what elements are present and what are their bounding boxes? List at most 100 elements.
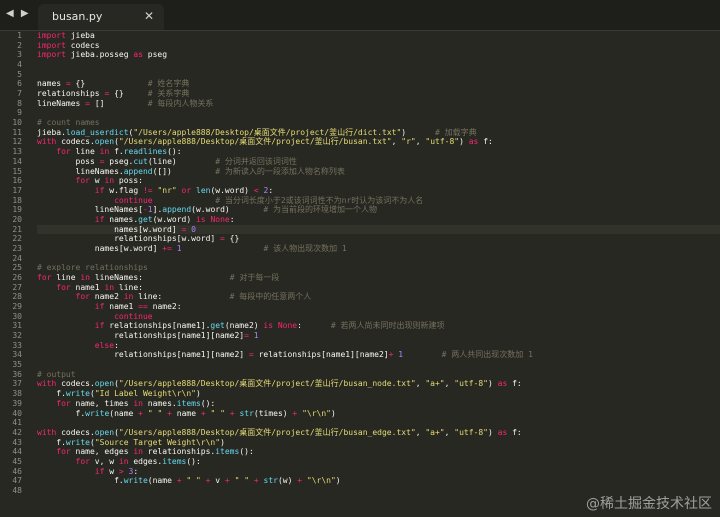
line-number: 12 bbox=[12, 137, 22, 147]
line-number: 48 bbox=[12, 485, 22, 495]
code-line[interactable]: names[w.word] += 1 # 该人物出现次数加 1 bbox=[37, 244, 720, 254]
code-line[interactable]: for name2 in line: # 每段中的任意两个人 bbox=[37, 292, 720, 302]
code-area[interactable]: import jieba import codecs import jieba.po… bbox=[37, 31, 720, 517]
close-icon[interactable]: ✕ bbox=[144, 9, 154, 23]
line-number-gutter: 1 2 3 4 5 6 7 8 9 10 11 12 13 14 15 16 17 18 19 20 21 22 23 24 2… bbox=[0, 31, 32, 517]
code-line[interactable] bbox=[37, 108, 720, 118]
line-number: 4 bbox=[17, 60, 22, 70]
line-number: 25 bbox=[12, 263, 22, 273]
line-number: 2 bbox=[17, 40, 22, 50]
tab-busan-py[interactable]: busan.py ✕ bbox=[38, 4, 164, 30]
code-line[interactable]: f.write(name + " " + name + " " + str(ti… bbox=[37, 409, 720, 419]
line-number: 29 bbox=[12, 302, 22, 312]
code-line[interactable]: f.write(name + " " + v + " " + str(w) + … bbox=[37, 476, 720, 486]
code-line[interactable]: for w in poss: bbox=[37, 176, 720, 186]
code-line[interactable] bbox=[37, 360, 720, 370]
line-number: 33 bbox=[12, 340, 22, 350]
line-number: 10 bbox=[12, 118, 22, 128]
line-number: 39 bbox=[12, 398, 22, 408]
code-line[interactable]: with codecs.open("/Users/apple888/Deskto… bbox=[37, 379, 720, 389]
code-line[interactable]: # explore relationships bbox=[37, 263, 720, 273]
code-line[interactable]: for line in lineNames: # 对于每一段 bbox=[37, 273, 720, 283]
line-number: 13 bbox=[12, 147, 22, 157]
code-line[interactable]: for line in f.readlines(): bbox=[37, 147, 720, 157]
code-line[interactable] bbox=[37, 60, 720, 70]
line-number: 27 bbox=[12, 282, 22, 292]
line-number: 6 bbox=[17, 79, 22, 89]
line-number: 42 bbox=[12, 427, 22, 437]
line-number: 31 bbox=[12, 321, 22, 331]
line-number: 5 bbox=[17, 69, 22, 79]
line-number: 47 bbox=[12, 476, 22, 486]
code-line[interactable]: with codecs.open("/Users/apple888/Deskto… bbox=[37, 428, 720, 438]
tab-bar: ◀ ▶ busan.py ✕ bbox=[0, 0, 720, 31]
watermark: @稀土掘金技术社区 bbox=[586, 496, 712, 512]
code-line[interactable] bbox=[37, 418, 720, 428]
code-line[interactable]: with codecs.open("/Users/apple888/Deskto… bbox=[37, 137, 720, 147]
code-line[interactable] bbox=[37, 254, 720, 264]
line-number: 1 bbox=[17, 31, 22, 40]
code-line[interactable]: import jieba bbox=[37, 31, 720, 41]
line-number: 8 bbox=[17, 98, 22, 108]
line-number: 46 bbox=[12, 466, 22, 476]
code-line[interactable]: relationships = {} # 关系字典 bbox=[37, 89, 720, 99]
code-line[interactable]: lineNames[-1].append(w.word) # 为当前段的环境增加… bbox=[37, 205, 720, 215]
line-number: 17 bbox=[12, 185, 22, 195]
code-line[interactable]: if w.flag != "nr" or len(w.word) < 2: bbox=[37, 186, 720, 196]
code-line[interactable]: names = {} # 姓名字典 bbox=[37, 79, 720, 89]
code-line[interactable]: names[w.word] = 0 bbox=[37, 225, 720, 235]
code-line[interactable]: relationships[name1][name2]= 1 bbox=[37, 331, 720, 341]
code-line[interactable]: if names.get(w.word) is None: bbox=[37, 215, 720, 225]
line-number: 19 bbox=[12, 205, 22, 215]
line-number: 14 bbox=[12, 156, 22, 166]
line-number: 20 bbox=[12, 214, 22, 224]
code-line[interactable]: relationships[name1][name2] = relationsh… bbox=[37, 350, 720, 360]
code-line[interactable]: # count names bbox=[37, 118, 720, 128]
code-line[interactable]: for name, times in names.items(): bbox=[37, 399, 720, 409]
line-number: 36 bbox=[12, 369, 22, 379]
code-line[interactable]: if relationships[name1].get(name2) is No… bbox=[37, 321, 720, 331]
line-number: 3 bbox=[17, 50, 22, 60]
line-number: 9 bbox=[17, 108, 22, 118]
code-line[interactable]: for name, edges in relationships.items()… bbox=[37, 447, 720, 457]
line-number: 26 bbox=[12, 273, 22, 282]
line-number: 37 bbox=[12, 379, 22, 389]
code-line[interactable]: if w > 3: bbox=[37, 467, 720, 477]
tab-title: busan.py bbox=[52, 10, 103, 23]
code-line[interactable]: else: bbox=[37, 341, 720, 351]
line-number: 34 bbox=[12, 350, 22, 360]
code-line[interactable]: continue bbox=[37, 312, 720, 322]
code-line[interactable]: for name1 in line: bbox=[37, 283, 720, 293]
tab-nav-arrows[interactable]: ◀ ▶ bbox=[6, 8, 31, 19]
line-number: 41 bbox=[12, 418, 22, 428]
line-number: 43 bbox=[12, 437, 22, 447]
line-number: 40 bbox=[12, 408, 22, 418]
code-line[interactable]: for v, w in edges.items(): bbox=[37, 457, 720, 467]
line-number: 32 bbox=[12, 331, 22, 341]
line-number: 22 bbox=[12, 234, 22, 244]
code-line[interactable]: if name1 == name2: bbox=[37, 302, 720, 312]
code-line[interactable]: relationships[w.word] = {} bbox=[37, 234, 720, 244]
code-line[interactable]: f.write("Id Label Weight\r\n") bbox=[37, 389, 720, 399]
line-number: 35 bbox=[12, 360, 22, 370]
line-number: 21 bbox=[12, 224, 22, 234]
code-line[interactable]: import codecs bbox=[37, 41, 720, 51]
code-line[interactable]: f.write("Source Target Weight\r\n") bbox=[37, 438, 720, 448]
code-line[interactable]: lineNames = [] # 每段内人物关系 bbox=[37, 99, 720, 109]
line-number: 45 bbox=[12, 456, 22, 466]
code-line[interactable]: import jieba.posseg as pseg bbox=[37, 50, 720, 60]
line-number: 44 bbox=[12, 447, 22, 457]
line-number: 18 bbox=[12, 195, 22, 205]
code-line[interactable] bbox=[37, 70, 720, 80]
line-number: 7 bbox=[17, 89, 22, 99]
line-number: 24 bbox=[12, 253, 22, 263]
code-line[interactable]: poss = pseg.cut(line) # 分词并返回该词词性 bbox=[37, 157, 720, 167]
line-number: 16 bbox=[12, 176, 22, 186]
line-number: 38 bbox=[12, 389, 22, 399]
code-editor[interactable]: 1 2 3 4 5 6 7 8 9 10 11 12 13 14 15 16 17 18 19 20 21 22 23 24 2… bbox=[0, 31, 720, 517]
line-number: 11 bbox=[12, 127, 22, 137]
line-number: 30 bbox=[12, 311, 22, 321]
code-line[interactable]: continue # 当分词长度小于2或该词词性不为nr时认为该词不为人名 bbox=[37, 196, 720, 206]
code-line[interactable]: lineNames.append([]) # 为新读入的一段添加人物名称列表 bbox=[37, 167, 720, 177]
line-number: 15 bbox=[12, 166, 22, 176]
